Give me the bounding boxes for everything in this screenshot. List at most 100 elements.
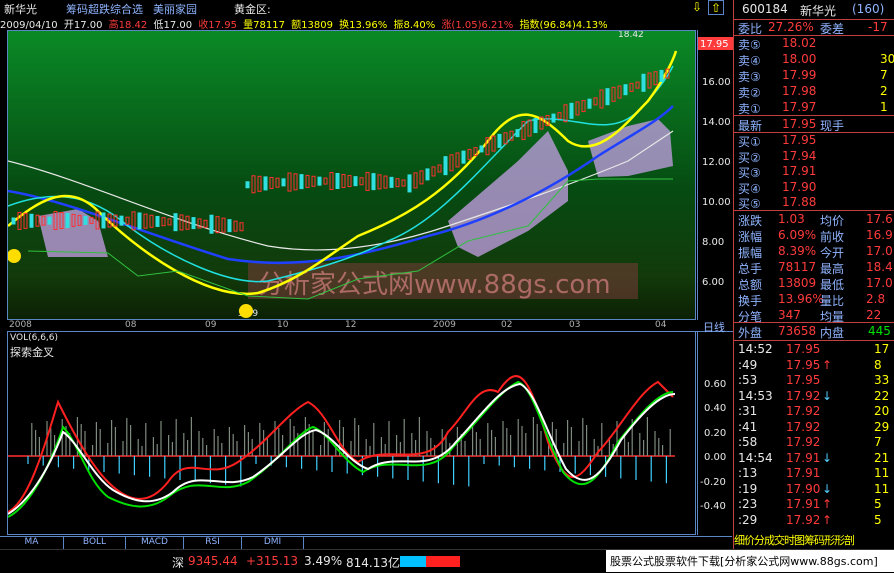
tick-price: 17.91 (786, 497, 821, 511)
date-label-2: 09 (205, 320, 217, 330)
candle (257, 175, 262, 192)
info-high: 高18.42 (108, 20, 148, 30)
candle (581, 100, 586, 113)
quote-buttons-label[interactable]: 细价分成交时图筹码形形剖 (734, 532, 855, 548)
scroll-up-icon[interactable]: ⇧ (708, 0, 724, 15)
separator (734, 340, 894, 341)
indicator-link-0[interactable]: 筹码超跌综合选 (66, 1, 143, 17)
candle (587, 98, 592, 109)
stat-row: 总额 13809 最低 17.0 (734, 276, 894, 292)
price-chart[interactable]: 分析家公式网www.88gs.com 5.09 18.42 (7, 30, 696, 320)
price-chart-canvas: 分析家公式网www.88gs.com 5.09 18.42 (7, 30, 678, 319)
tick-time: :13 (738, 466, 758, 480)
tick-price: 17.92 (786, 388, 821, 403)
bid-row: 买③ 17.91 (734, 164, 894, 180)
date-label-5: 2009 (433, 320, 456, 330)
candle (419, 170, 424, 185)
promo-banner[interactable]: 股票公式股票软件下载[分析家公式网www.88gs.com] (606, 550, 894, 572)
candle (203, 219, 208, 228)
date-label-3: 10 (277, 320, 289, 330)
candle (119, 215, 124, 226)
tick-arrow: ↑ (822, 357, 833, 372)
ask-vol: 1 (880, 100, 888, 114)
tick-time: :41 (738, 419, 758, 434)
candle (287, 172, 292, 192)
pan-row: 外盘 73658 内盘 445 (734, 324, 894, 340)
market-label: 深 (172, 556, 185, 570)
candle (359, 177, 364, 186)
tick-row: :31 17.92 20 (734, 404, 894, 419)
candle (269, 177, 274, 190)
indicator-tick-5: -0.40 (700, 501, 726, 512)
tick-row: :29 17.92 ↑ 5 (734, 513, 894, 528)
tick-price: 17.92 (786, 419, 821, 434)
tick-price: 17.95 (786, 357, 821, 372)
tick-price: 17.95 (786, 342, 821, 356)
stat-value-1: 1.03 (778, 212, 805, 226)
bid-price: 17.90 (782, 179, 817, 194)
bid-price: 17.88 (782, 195, 817, 209)
tick-price: 17.91 (786, 450, 821, 465)
quote-buttons[interactable]: 细价分成交时图筹码形形剖 (734, 532, 894, 547)
bid-price: 17.95 (782, 133, 817, 147)
stock-code: 600184 (742, 2, 788, 16)
tick-row: 14:53 17.92 ↓ 22 (734, 389, 894, 404)
inner-value: 445 (868, 324, 891, 338)
date-label-4: 12 (345, 320, 357, 330)
stat-value-1: 347 (778, 308, 801, 322)
stat-value-1: 78117 (778, 260, 817, 274)
ask-row: 卖① 17.97 1 (734, 100, 894, 116)
candle (299, 174, 304, 190)
candle (521, 121, 526, 141)
bid-label: 买① (738, 135, 761, 149)
tick-vol: 5 (874, 497, 882, 511)
watermark-text: 分析家公式网www.88gs.com (258, 270, 611, 300)
candle (167, 218, 172, 226)
stat-row: 分笔 347 均量 22 (734, 308, 894, 324)
candle (395, 178, 400, 188)
indicator-tick-1: 0.40 (704, 403, 726, 414)
candle (401, 179, 406, 187)
indicator-panel[interactable]: VOL(6,6,6) 探索金叉 (7, 332, 696, 535)
tick-time: :53 (738, 373, 758, 387)
price-scale-canvas: 17.95 16.00 14.00 12.00 10.00 8.00 6.00 (698, 37, 734, 288)
indicator-scale: 0.60 0.40 0.20 0.00 -0.20 -0.40 (697, 332, 733, 535)
ask-label: 卖⑤ (738, 38, 761, 52)
weibi-value: 27.26% (768, 20, 814, 34)
market-change-pct: 3.49% (304, 554, 343, 568)
tick-price: 17.92 (786, 435, 821, 449)
tick-vol: 20 (874, 404, 890, 418)
stat-value-2: 2.8 (866, 292, 886, 306)
tick-time: 14:54 (738, 450, 773, 465)
stat-label-1: 涨幅 (738, 230, 763, 244)
date-axis: 2008 08 09 10 12 2009 02 03 04 日线 (7, 320, 733, 334)
candle (233, 220, 238, 232)
stat-value-2: 17.0 (866, 276, 893, 290)
stat-value-1: 13.96% (778, 292, 824, 306)
stat-label-2: 最高 (820, 262, 845, 276)
candle (17, 211, 22, 230)
stock-count: (160) (852, 2, 885, 16)
indicator-link-1[interactable]: 美丽家园 (153, 1, 197, 17)
tick-price: 17.95 (786, 373, 821, 387)
price-tick-1: 14.00 (702, 117, 731, 128)
stat-label-2: 均价 (820, 214, 845, 228)
candle (455, 152, 460, 168)
candle (497, 133, 502, 148)
indicator-canvas (8, 375, 676, 518)
tick-row: :13 17.91 11 (734, 466, 894, 481)
candle (437, 164, 442, 173)
info-rise: 涨(1.05)6.21% (441, 20, 514, 30)
candle (311, 175, 316, 187)
tick-row: :49 17.95 ↑ 8 (734, 358, 894, 373)
tick-row: :58 17.92 7 (734, 435, 894, 450)
tick-row: 14:54 17.91 ↓ 21 (734, 451, 894, 466)
ask-row: 卖③ 17.99 7 (734, 68, 894, 84)
candle (353, 176, 358, 187)
candle (443, 156, 448, 176)
tick-vol: 8 (874, 357, 882, 372)
tick-arrow: ↓ (822, 481, 833, 496)
bid-label: 买② (738, 150, 761, 165)
scroll-down-icon[interactable]: ⇩ (692, 0, 702, 14)
ask-label: 卖③ (738, 70, 761, 84)
